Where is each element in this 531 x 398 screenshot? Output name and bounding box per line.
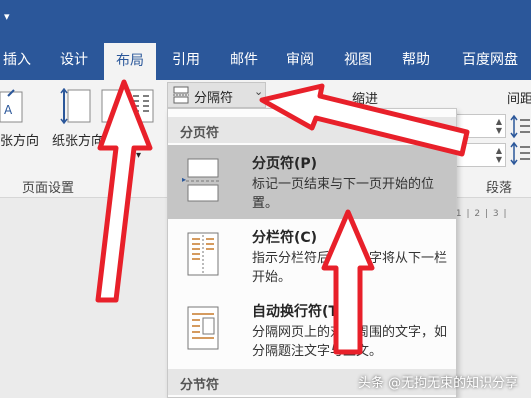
watermark: 头条 @无拘无束的知识分享: [358, 376, 519, 391]
ruler: | 1 | 2 | 3 |: [448, 209, 508, 219]
quick-access-toolbar-dropdown[interactable]: ▾: [4, 10, 10, 23]
svg-text:A: A: [4, 103, 13, 117]
page-break-desc: 标记一页结束与下一页开始的位置。: [252, 177, 435, 211]
menu-item-page-break[interactable]: ▸ 分页符(P) 标记一页结束与下一页开始的位置。: [168, 145, 456, 219]
text-direction-icon[interactable]: A: [0, 88, 34, 126]
menu-item-text-wrapping[interactable]: 自动换行符(T) 分隔网页上的对象周围的文字，如分隔题注文字与正文。: [168, 293, 456, 367]
tab-design[interactable]: 设计: [52, 40, 96, 80]
section-section-breaks-label: 分节符: [180, 378, 220, 393]
ribbon-tab-bar: 插入 设计 布局 引用 邮件 审阅 视图 帮助 百度网盘: [0, 40, 531, 80]
size-icon[interactable]: [100, 88, 126, 126]
tab-layout[interactable]: 布局: [104, 43, 156, 80]
breaks-dropdown-menu: 分页符 ▸ 分页符(P) 标记一页结束与下一页开始的位置。 分栏符(C) 指示分…: [167, 108, 457, 398]
orientation-icon[interactable]: [60, 88, 100, 126]
spacing-label: 间距: [507, 92, 531, 107]
group-paragraph-label: 段落: [486, 181, 513, 196]
group-page-setup-label: 页面设置: [22, 181, 75, 196]
columns-icon[interactable]: [128, 88, 154, 126]
tab-help[interactable]: 帮助: [394, 40, 438, 80]
breaks-label: 分隔符: [194, 91, 234, 106]
breaks-icon: [173, 86, 189, 104]
page-break-icon: [186, 158, 220, 202]
column-break-title: 分栏符(C): [252, 230, 318, 246]
text-wrapping-title: 自动换行符(T): [252, 304, 345, 320]
menu-section-page-breaks: 分页符: [168, 117, 456, 143]
tab-mailings[interactable]: 邮件: [222, 40, 266, 80]
chevron-down-icon: ⌄: [254, 85, 264, 98]
tab-review[interactable]: 审阅: [278, 40, 322, 80]
title-bar: ▾: [0, 0, 531, 40]
section-page-breaks-label: 分页符: [180, 126, 220, 141]
text-wrapping-desc: 分隔网页上的对象周围的文字，如分隔题注文字与正文。: [252, 325, 448, 359]
tab-baidu-netdisk[interactable]: 百度网盘: [452, 40, 528, 80]
spacing-icon[interactable]: [510, 114, 531, 166]
tab-references[interactable]: 引用: [164, 40, 208, 80]
column-break-icon: [187, 232, 219, 276]
text-direction-label[interactable]: 张方向: [0, 130, 39, 149]
page-break-title: 分页符(P): [252, 156, 318, 172]
breaks-button[interactable]: 分隔符 ⌄: [167, 82, 266, 108]
columns-dropdown-chevron[interactable]: ▾: [136, 150, 141, 161]
column-break-desc: 指示分栏符后面的文字将从下一栏开始。: [252, 251, 448, 285]
orientation-label[interactable]: 纸张方向: [52, 130, 104, 149]
tab-insert[interactable]: 插入: [0, 40, 34, 80]
size-label[interactable]: 大小: [98, 130, 124, 149]
columns-label[interactable]: 栏: [134, 130, 147, 149]
tab-view[interactable]: 视图: [336, 40, 380, 80]
indent-label: 缩进: [352, 92, 379, 107]
menu-item-column-break[interactable]: 分栏符(C) 指示分栏符后面的文字将从下一栏开始。: [168, 219, 456, 293]
text-wrapping-icon: [187, 306, 219, 350]
